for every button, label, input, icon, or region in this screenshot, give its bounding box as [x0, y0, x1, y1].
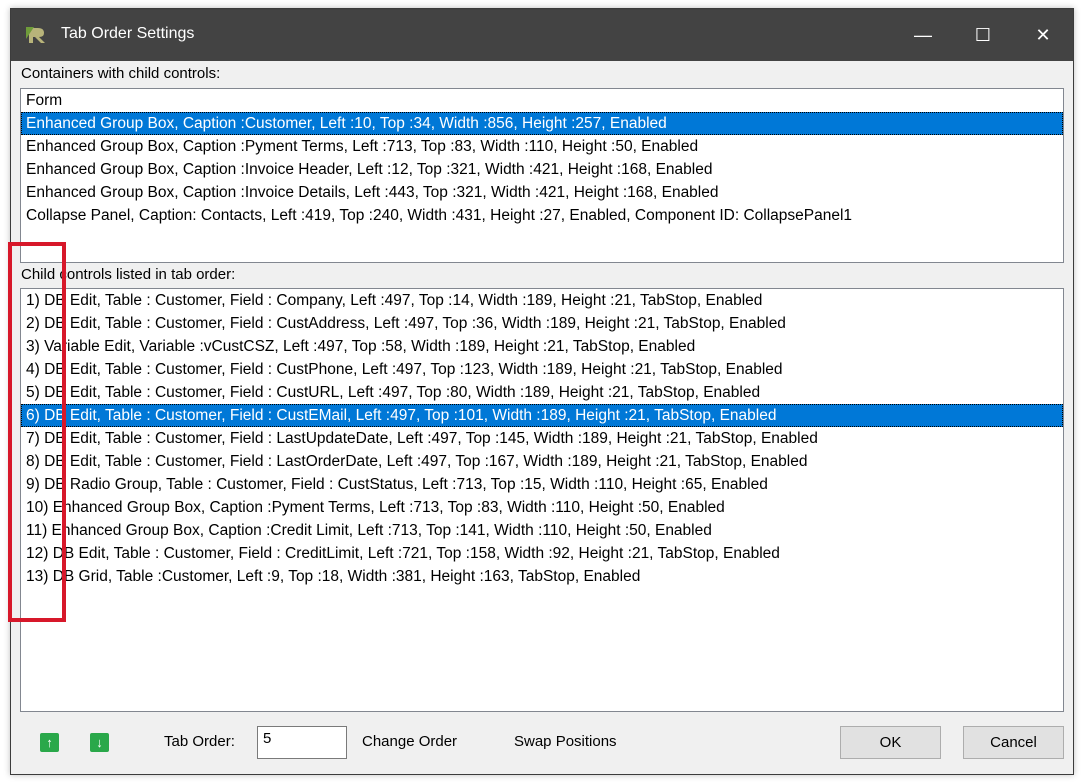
title-bar[interactable]: Tab Order Settings — ☐ ✕: [11, 9, 1073, 61]
tab-order-label: Tab Order:: [164, 733, 235, 750]
cancel-button[interactable]: Cancel: [963, 726, 1064, 759]
app-logo-icon: [26, 25, 48, 45]
arrow-down-icon: ↓: [96, 735, 103, 750]
list-item[interactable]: 1) DB Edit, Table : Customer, Field : Co…: [21, 289, 1063, 312]
minimize-button[interactable]: —: [893, 9, 953, 61]
list-item[interactable]: 4) DB Edit, Table : Customer, Field : Cu…: [21, 358, 1063, 381]
annotation-highlight-box: [8, 242, 66, 622]
list-item[interactable]: 7) DB Edit, Table : Customer, Field : La…: [21, 427, 1063, 450]
list-item[interactable]: 5) DB Edit, Table : Customer, Field : Cu…: [21, 381, 1063, 404]
window-title: Tab Order Settings: [61, 25, 195, 42]
list-item[interactable]: 11) Enhanced Group Box, Caption :Credit …: [21, 519, 1063, 542]
change-order-button[interactable]: Change Order: [362, 733, 457, 750]
containers-listbox[interactable]: Form Enhanced Group Box, Caption :Custome…: [20, 88, 1064, 263]
list-item[interactable]: Form: [21, 89, 1063, 112]
containers-label: Containers with child controls:: [21, 65, 221, 82]
list-item[interactable]: Enhanced Group Box, Caption :Invoice Hea…: [21, 158, 1063, 181]
list-item[interactable]: 9) DB Radio Group, Table : Customer, Fie…: [21, 473, 1063, 496]
list-item[interactable]: 6) DB Edit, Table : Customer, Field : Cu…: [21, 404, 1063, 427]
tab-order-settings-window: Tab Order Settings — ☐ ✕ Containers with…: [10, 8, 1074, 775]
close-button[interactable]: ✕: [1013, 9, 1073, 61]
list-item[interactable]: Collapse Panel, Caption: Contacts, Left …: [21, 204, 1063, 227]
list-item[interactable]: 3) Variable Edit, Variable :vCustCSZ, Le…: [21, 335, 1063, 358]
list-item[interactable]: 8) DB Edit, Table : Customer, Field : La…: [21, 450, 1063, 473]
move-up-button[interactable]: ↑: [40, 733, 59, 752]
tab-order-input[interactable]: 5: [257, 726, 347, 759]
swap-positions-button[interactable]: Swap Positions: [514, 733, 617, 750]
list-item[interactable]: Enhanced Group Box, Caption :Customer, L…: [21, 112, 1063, 135]
arrow-up-icon: ↑: [46, 735, 53, 750]
move-down-button[interactable]: ↓: [90, 733, 109, 752]
child-controls-listbox[interactable]: 1) DB Edit, Table : Customer, Field : Co…: [20, 288, 1064, 712]
list-item[interactable]: 13) DB Grid, Table :Customer, Left :9, T…: [21, 565, 1063, 588]
maximize-button[interactable]: ☐: [953, 9, 1013, 61]
list-item[interactable]: Enhanced Group Box, Caption :Invoice Det…: [21, 181, 1063, 204]
list-item[interactable]: 2) DB Edit, Table : Customer, Field : Cu…: [21, 312, 1063, 335]
bottom-toolbar: ↑ ↓ Tab Order: 5 Change Order Swap Posit…: [11, 714, 1073, 774]
ok-button[interactable]: OK: [840, 726, 941, 759]
list-item[interactable]: Enhanced Group Box, Caption :Pyment Term…: [21, 135, 1063, 158]
list-item[interactable]: 12) DB Edit, Table : Customer, Field : C…: [21, 542, 1063, 565]
list-item[interactable]: 10) Enhanced Group Box, Caption :Pyment …: [21, 496, 1063, 519]
